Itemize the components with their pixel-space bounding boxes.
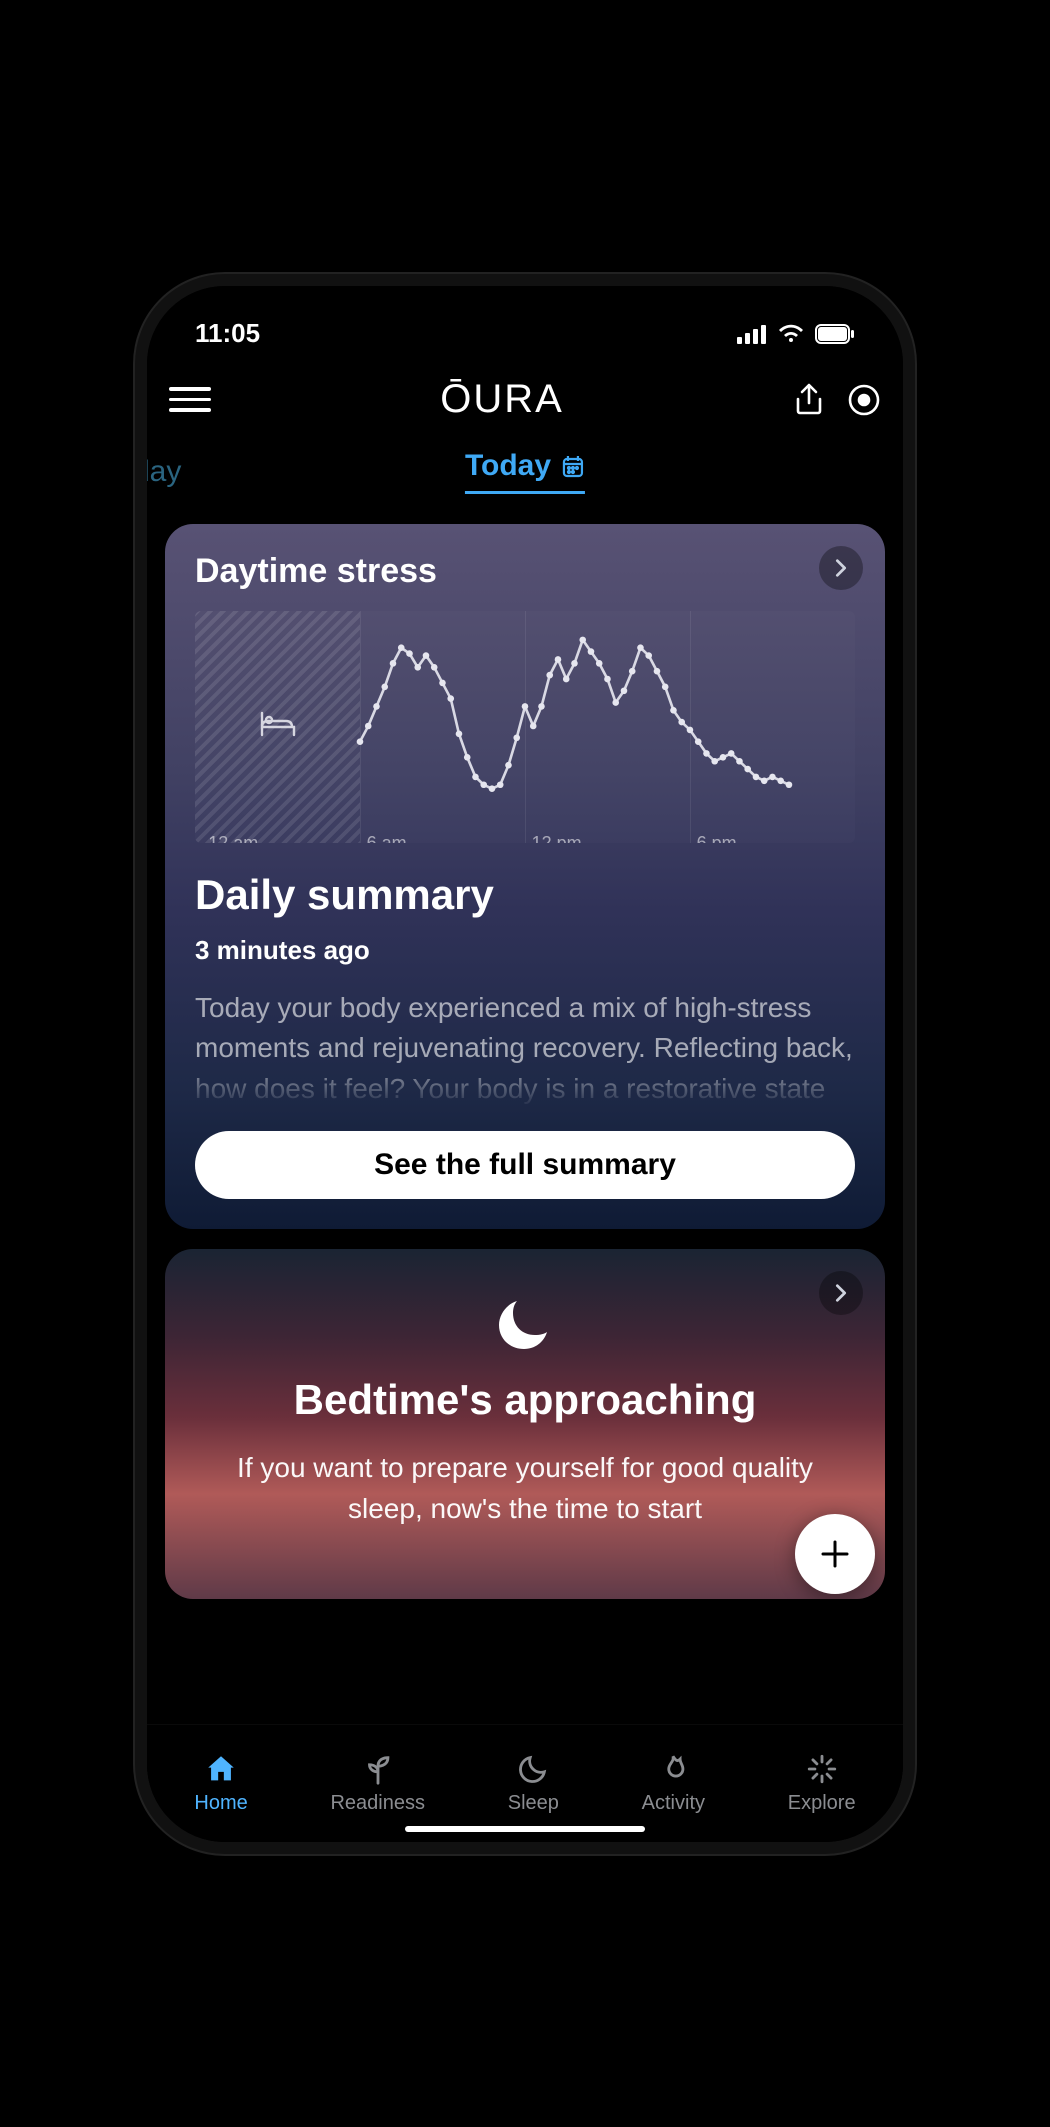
flame-icon (656, 1752, 690, 1786)
see-full-summary-button[interactable]: See the full summary (195, 1131, 855, 1199)
calendar-icon (561, 454, 585, 478)
add-button[interactable] (795, 1514, 875, 1594)
stress-line (195, 611, 855, 843)
status-indicators (737, 324, 855, 344)
burst-icon (805, 1752, 839, 1786)
daily-summary-time: 3 minutes ago (195, 935, 855, 966)
menu-button[interactable] (169, 387, 211, 412)
stress-card-title: Daytime stress (195, 552, 855, 591)
bedtime-subtitle: If you want to prepare yourself for good… (195, 1448, 855, 1529)
moon-small-icon (516, 1752, 550, 1786)
share-icon[interactable] (793, 383, 825, 417)
home-icon (204, 1752, 238, 1786)
day-tab-yesterday[interactable]: rday (135, 455, 181, 489)
day-tab-today[interactable]: Today (465, 449, 585, 494)
tab-bar: Home Readiness Sleep Activity Explore (147, 1724, 903, 1842)
tab-explore[interactable]: Explore (788, 1752, 856, 1815)
content-scroll[interactable]: Daytime stress 12 am 6 am 12 pm 6 pm (147, 500, 903, 1724)
tab-label: Sleep (508, 1792, 559, 1815)
record-icon[interactable] (847, 383, 881, 417)
daily-summary-title: Daily summary (195, 871, 855, 919)
tab-readiness[interactable]: Readiness (330, 1752, 425, 1815)
app-header: ŌURA (147, 364, 903, 436)
tab-label: Activity (642, 1792, 705, 1815)
chevron-right-icon (830, 557, 852, 579)
daily-summary-body: Today your body experienced a mix of hig… (195, 988, 855, 1110)
x-label: 6 am (367, 833, 407, 843)
moon-icon (495, 1289, 555, 1349)
day-tab-today-label: Today (465, 449, 551, 483)
sprout-icon (361, 1752, 395, 1786)
daytime-stress-card[interactable]: Daytime stress 12 am 6 am 12 pm 6 pm (165, 524, 885, 1230)
tab-home[interactable]: Home (194, 1752, 247, 1815)
tab-label: Explore (788, 1792, 856, 1815)
x-label: 12 pm (532, 833, 582, 843)
tab-activity[interactable]: Activity (642, 1752, 705, 1815)
home-indicator[interactable] (405, 1826, 645, 1832)
stress-chart: 12 am 6 am 12 pm 6 pm (195, 611, 855, 843)
battery-icon (815, 324, 855, 344)
brand-logo: ŌURA (440, 377, 564, 422)
tab-label: Home (194, 1792, 247, 1815)
tab-sleep[interactable]: Sleep (508, 1752, 559, 1815)
card-forward-button[interactable] (819, 546, 863, 590)
x-label: 6 pm (697, 833, 737, 843)
screen: 11:05 ŌURA rday Today (147, 286, 903, 1842)
plus-icon (817, 1536, 853, 1572)
status-time: 11:05 (195, 318, 260, 349)
cellular-icon (737, 324, 767, 344)
bedtime-card[interactable]: Bedtime's approaching If you want to pre… (165, 1249, 885, 1599)
chevron-right-icon (830, 1282, 852, 1304)
tab-label: Readiness (330, 1792, 425, 1815)
x-label: 12 am (208, 833, 258, 843)
status-bar: 11:05 (147, 304, 903, 364)
day-tabs: rday Today (147, 444, 903, 500)
wifi-icon (777, 324, 805, 344)
bedtime-title: Bedtime's approaching (195, 1376, 855, 1424)
phone-frame: 11:05 ŌURA rday Today (135, 274, 915, 1854)
card-forward-button[interactable] (819, 1271, 863, 1315)
